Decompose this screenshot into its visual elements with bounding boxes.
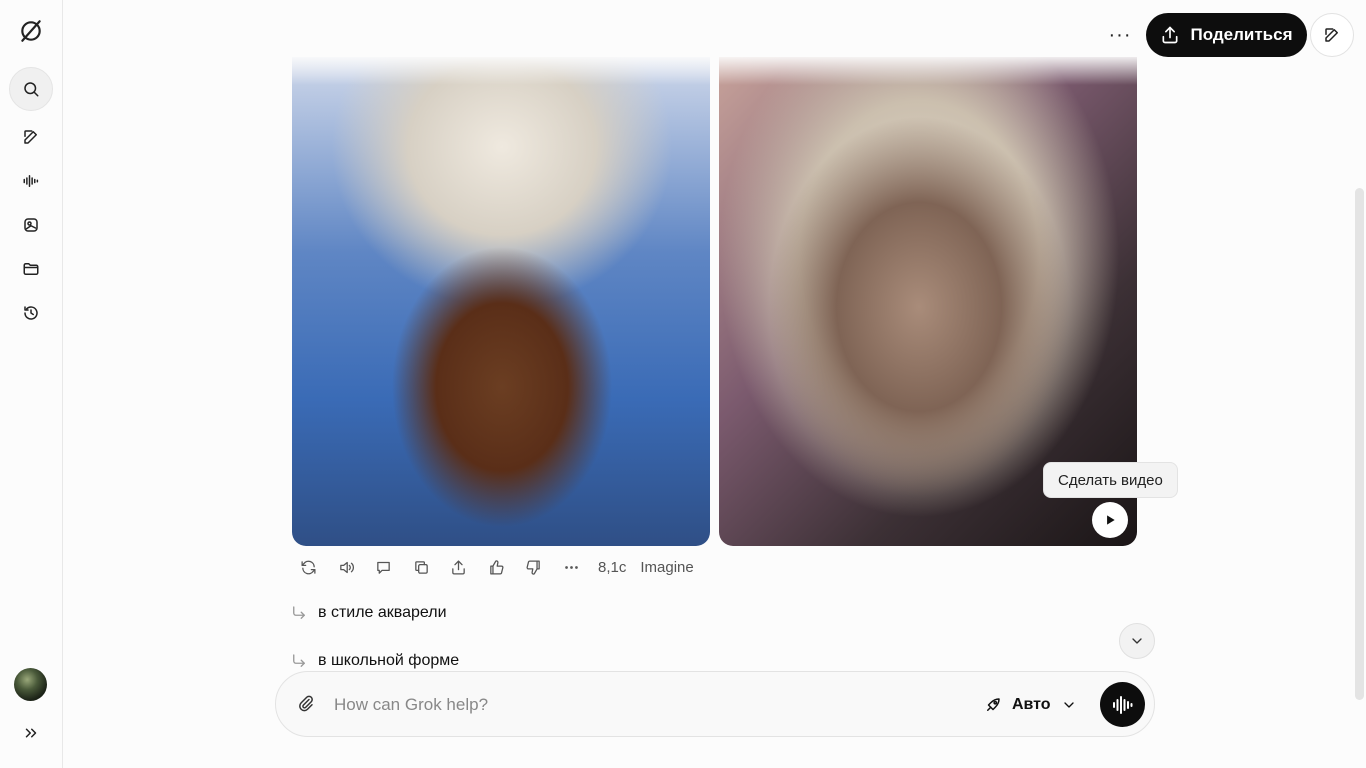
read-aloud-button[interactable] [328,555,366,579]
chevron-down-icon [1063,702,1074,708]
new-chat-header-button[interactable] [1310,13,1354,57]
voice-icon [23,175,39,187]
suggestion-label: в стиле акварели [318,604,447,621]
thumbs-down-icon [526,559,541,575]
composer: Авто [275,671,1155,737]
more-actions-button[interactable] [553,555,591,579]
make-video-button[interactable] [1092,502,1128,538]
suggestion-item[interactable]: в школьной форме [290,652,459,670]
voice-input-button[interactable] [1100,682,1145,727]
new-chat-button[interactable] [9,115,53,159]
refresh-icon [301,560,316,574]
reply-arrow-icon [293,606,305,619]
search-button[interactable] [9,67,53,111]
mode-label: Авто [1012,696,1051,713]
reply-arrow-icon [293,654,305,667]
expand-sidebar-button[interactable] [9,711,53,755]
response-time: 8,1с [598,558,627,576]
comment-icon [377,561,391,574]
search-icon [24,82,39,97]
avatar[interactable] [14,668,47,701]
projects-folder-icon [23,263,39,275]
regenerate-button[interactable] [290,555,328,579]
voice-mode-button[interactable] [9,159,53,203]
more-options-button[interactable]: ··· [1101,17,1139,53]
history-icon [24,306,38,320]
sidebar [0,0,63,768]
ellipsis-icon [564,565,578,569]
generated-image-1[interactable] [292,57,710,546]
make-video-tooltip: Сделать видео [1043,462,1178,498]
suggestion-label: в школьной форме [318,652,460,669]
rocket-icon [987,698,1000,711]
message-actions: 8,1с Imagine [290,555,694,579]
image-fade [719,57,1137,85]
like-button[interactable] [478,555,516,579]
share-button[interactable]: Поделиться [1146,13,1307,57]
upload-icon [1162,26,1178,44]
projects-button[interactable] [9,247,53,291]
chevron-down-icon [1132,638,1142,644]
new-chat-icon [24,130,37,144]
grok-logo-icon[interactable] [9,9,53,53]
expand-sidebar-icon [25,728,37,738]
image-fade [292,57,710,85]
upload-icon [452,559,466,575]
thumbs-up-icon [489,559,504,575]
history-button[interactable] [9,291,53,335]
speaker-icon [339,561,354,573]
voice-icon [1112,695,1132,714]
comment-button[interactable] [365,555,403,579]
play-icon [1107,515,1115,525]
model-label: Imagine [640,558,694,576]
imagine-icon [24,218,38,232]
copy-button[interactable] [403,555,441,579]
prompt-input[interactable] [332,690,932,720]
scroll-down-button[interactable] [1119,623,1155,659]
mode-selector[interactable]: Авто [984,690,1077,720]
dislike-button[interactable] [515,555,553,579]
paperclip-icon [299,695,313,712]
imagine-button[interactable] [9,203,53,247]
share-label: Поделиться [1190,25,1293,44]
share-message-button[interactable] [440,555,478,579]
new-chat-icon [1325,28,1338,42]
suggestion-item[interactable]: в стиле акварели [290,604,447,622]
scrollbar[interactable] [1355,188,1364,700]
attach-button[interactable] [294,692,318,716]
copy-icon [414,560,428,574]
